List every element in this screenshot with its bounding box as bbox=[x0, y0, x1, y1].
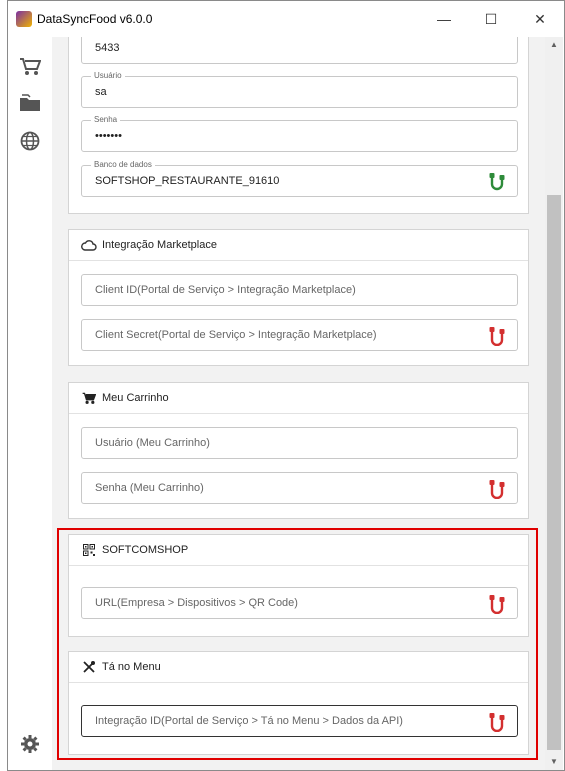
plug-disconnected-icon[interactable] bbox=[488, 326, 506, 347]
sidebar bbox=[8, 37, 52, 770]
maximize-button[interactable]: ☐ bbox=[479, 9, 503, 29]
database-value: SOFTSHOP_RESTAURANTE_91610 bbox=[95, 175, 280, 187]
title-bar: DataSyncFood v6.0.0 — ☐ ✕ bbox=[8, 1, 564, 37]
carrinho-card: Meu Carrinho Usuário (Meu Carrinho) Senh… bbox=[68, 382, 529, 519]
database-card: 5433 Usuário sa Senha ••••••• Banco de d… bbox=[68, 37, 529, 214]
user-value: sa bbox=[95, 86, 107, 98]
close-button[interactable]: ✕ bbox=[528, 9, 552, 29]
client-secret-placeholder: Client Secret(Portal de Serviço > Integr… bbox=[95, 329, 377, 341]
plug-disconnected-icon[interactable] bbox=[488, 479, 506, 500]
scrollbar-thumb[interactable] bbox=[547, 195, 561, 750]
client-id-placeholder: Client ID(Portal de Serviço > Integração… bbox=[95, 284, 356, 296]
cart-icon[interactable] bbox=[18, 55, 42, 79]
marketplace-title: Integração Marketplace bbox=[102, 239, 217, 251]
highlight-annotation bbox=[57, 528, 538, 760]
scroll-up-arrow-icon[interactable]: ▲ bbox=[545, 37, 563, 53]
database-label: Banco de dados bbox=[91, 160, 155, 169]
carrinho-header: Meu Carrinho bbox=[69, 383, 528, 414]
password-field[interactable]: Senha ••••••• bbox=[81, 115, 518, 152]
port-field[interactable]: 5433 bbox=[81, 37, 518, 64]
cloud-icon bbox=[81, 238, 97, 252]
carrinho-user-field[interactable]: Usuário (Meu Carrinho) bbox=[81, 427, 518, 459]
window-title: DataSyncFood v6.0.0 bbox=[37, 12, 153, 26]
client-secret-field[interactable]: Client Secret(Portal de Serviço > Integr… bbox=[81, 319, 518, 351]
database-field[interactable]: Banco de dados SOFTSHOP_RESTAURANTE_9161… bbox=[81, 160, 518, 197]
plug-connected-icon[interactable] bbox=[488, 172, 506, 192]
gear-icon[interactable] bbox=[18, 732, 42, 756]
app-logo-icon bbox=[16, 11, 32, 27]
client-id-field[interactable]: Client ID(Portal de Serviço > Integração… bbox=[81, 274, 518, 306]
vertical-scrollbar[interactable]: ▲ ▼ bbox=[545, 37, 563, 770]
carrinho-user-placeholder: Usuário (Meu Carrinho) bbox=[95, 437, 210, 449]
minimize-button[interactable]: — bbox=[432, 9, 456, 29]
carrinho-password-placeholder: Senha (Meu Carrinho) bbox=[95, 482, 204, 494]
scroll-down-arrow-icon[interactable]: ▼ bbox=[545, 754, 563, 770]
globe-icon[interactable] bbox=[18, 129, 42, 153]
carrinho-password-field[interactable]: Senha (Meu Carrinho) bbox=[81, 472, 518, 504]
user-label: Usuário bbox=[91, 71, 125, 80]
marketplace-card: Integração Marketplace Client ID(Portal … bbox=[68, 229, 529, 366]
marketplace-header: Integração Marketplace bbox=[69, 230, 528, 261]
folder-icon[interactable] bbox=[18, 91, 42, 115]
carrinho-title: Meu Carrinho bbox=[102, 392, 169, 404]
password-label: Senha bbox=[91, 115, 121, 124]
password-value: ••••••• bbox=[95, 130, 122, 142]
cart-icon bbox=[81, 391, 97, 405]
port-value: 5433 bbox=[95, 42, 120, 54]
user-field[interactable]: Usuário sa bbox=[81, 71, 518, 108]
